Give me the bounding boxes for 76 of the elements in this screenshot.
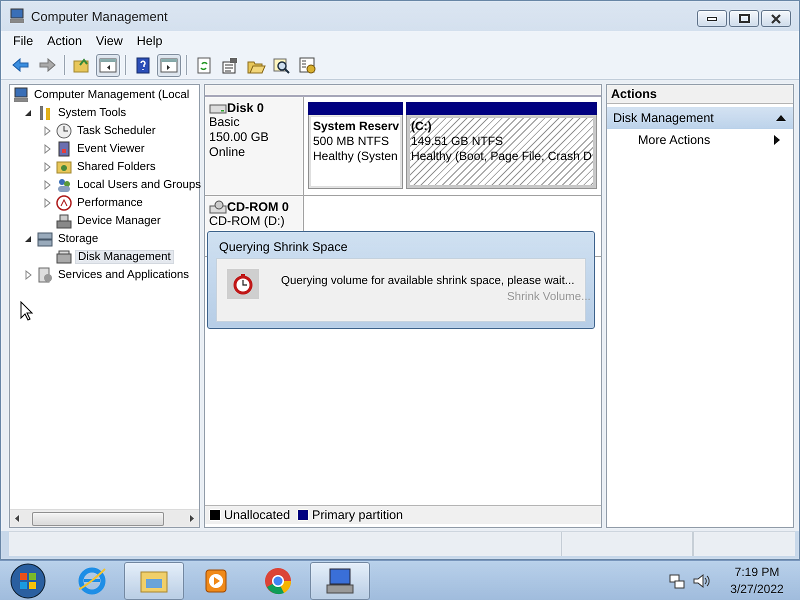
actions-section-header[interactable]: Disk Management xyxy=(607,107,793,129)
disk-name: Disk 0 xyxy=(227,101,264,115)
clock-date[interactable]: 3/27/2022 xyxy=(722,581,792,598)
tree-item[interactable]: Services and Applications xyxy=(56,268,192,282)
close-icon xyxy=(771,14,781,24)
tree-item[interactable]: Performance xyxy=(75,196,145,210)
users-icon xyxy=(56,177,72,193)
storage-icon xyxy=(37,231,53,247)
tree-item[interactable]: System Tools xyxy=(56,106,128,120)
tools-icon xyxy=(37,105,53,121)
maximize-button[interactable] xyxy=(729,10,759,27)
horizontal-scrollbar[interactable] xyxy=(10,509,199,527)
tree-item[interactable]: Disk Management xyxy=(75,250,174,264)
computer-icon xyxy=(13,87,29,103)
maximize-icon xyxy=(738,14,750,23)
disk-name: CD-ROM 0 xyxy=(227,200,289,214)
tree-item[interactable]: Event Viewer xyxy=(75,142,147,156)
tree-item[interactable]: Storage xyxy=(56,232,100,246)
tree-item[interactable]: Local Users and Groups xyxy=(75,178,204,192)
pane-icon xyxy=(98,56,118,74)
menu-item[interactable]: Help xyxy=(130,34,168,48)
browser-icon xyxy=(262,565,294,597)
windows-logo-icon xyxy=(10,563,46,599)
mouse-pointer-icon xyxy=(20,301,33,321)
minimize-button[interactable] xyxy=(697,10,727,27)
dialog-message: Querying volume for available shrink space, please wait... xyxy=(281,275,574,287)
window-title: Computer Management xyxy=(31,8,168,24)
action-item[interactable]: More Actions xyxy=(607,129,793,151)
back-arrow-icon xyxy=(11,56,31,74)
disk-info: CD-ROM (D:) xyxy=(209,214,286,229)
tree-item[interactable]: Shared Folders xyxy=(75,160,158,174)
computer-icon xyxy=(9,8,25,24)
disk-icon xyxy=(56,249,72,265)
disk-info: Online xyxy=(209,145,246,160)
minimize-icon xyxy=(707,16,717,20)
legend-label: Unallocated xyxy=(224,508,290,522)
properties-icon xyxy=(220,56,240,74)
clock-icon xyxy=(56,123,72,139)
collapse-arrow-icon xyxy=(775,113,787,123)
partition-status: Healthy (Systen xyxy=(313,149,398,164)
scroll-thumb[interactable] xyxy=(32,512,164,526)
menu-item[interactable]: Action xyxy=(41,34,88,48)
menu-item[interactable]: File xyxy=(7,34,40,48)
pane-button[interactable] xyxy=(157,54,181,76)
tree-item[interactable]: Computer Management (Local xyxy=(32,88,192,102)
browser-icon xyxy=(76,565,108,597)
device-icon xyxy=(56,213,72,229)
disk-info: Basic xyxy=(209,115,241,130)
gauge-icon xyxy=(56,195,72,211)
clock-time[interactable]: 7:19 PM xyxy=(722,564,792,581)
pane-button[interactable] xyxy=(96,54,120,76)
menu-item[interactable]: View xyxy=(90,34,129,48)
network-icon[interactable] xyxy=(668,572,686,590)
speaker-icon[interactable] xyxy=(692,572,710,590)
disk-info: 150.00 GB xyxy=(209,130,270,145)
search-icon xyxy=(272,56,292,74)
stopwatch-icon xyxy=(232,273,254,295)
dialog-title: Querying Shrink Space xyxy=(218,239,349,256)
partition-name: (C:) xyxy=(411,119,433,134)
settings-icon xyxy=(298,56,318,74)
log-icon xyxy=(56,141,72,157)
folder-icon xyxy=(56,159,72,175)
close-button[interactable] xyxy=(761,10,791,27)
partition-size: 500 MB NTFS xyxy=(313,134,390,149)
services-icon xyxy=(37,267,53,283)
tree-item[interactable]: Device Manager xyxy=(75,214,163,228)
legend-label: Primary partition xyxy=(312,508,404,522)
partition-name: System Reserv xyxy=(313,119,398,134)
taskbar-button[interactable] xyxy=(310,562,370,600)
tree-item[interactable]: Task Scheduler xyxy=(75,124,158,138)
partition-size: 149.51 GB NTFS xyxy=(411,134,504,149)
actions-header: Actions xyxy=(607,85,793,104)
partition-status: Healthy (Boot, Page File, Crash D xyxy=(411,149,592,164)
pane-icon xyxy=(159,56,179,74)
forward-arrow-icon xyxy=(37,56,57,74)
cd-drive-icon xyxy=(209,200,227,214)
